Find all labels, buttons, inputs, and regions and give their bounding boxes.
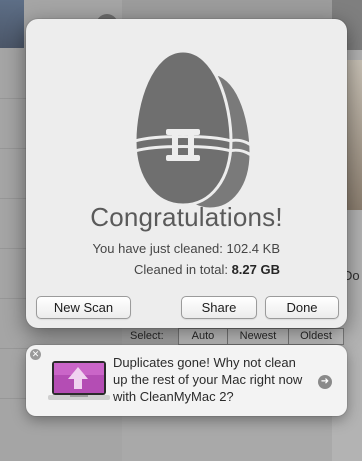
cleanmymac-app-icon bbox=[48, 361, 110, 400]
new-scan-button[interactable]: New Scan bbox=[36, 296, 131, 319]
select-newest-button[interactable]: Newest bbox=[227, 328, 289, 345]
share-button[interactable]: Share bbox=[181, 296, 257, 319]
background-thumbnail bbox=[0, 0, 24, 48]
done-button[interactable]: Done bbox=[265, 296, 339, 319]
select-oldest-button[interactable]: Oldest bbox=[288, 328, 344, 345]
arrow-right-icon[interactable]: ➜ bbox=[318, 375, 332, 389]
close-icon[interactable]: ✕ bbox=[30, 349, 41, 360]
select-label: Select: bbox=[130, 330, 164, 342]
select-auto-button[interactable]: Auto bbox=[178, 328, 228, 345]
gemini-eggs-icon bbox=[133, 49, 253, 211]
cleaned-now-text: You have just cleaned: 102.4 KB bbox=[92, 241, 280, 256]
dialog-title: Congratulations! bbox=[90, 202, 283, 232]
promo-notification[interactable]: ✕ Duplicates gone! Why not clean up the … bbox=[26, 345, 347, 416]
congratulations-dialog: Congratulations! You have just cleaned: … bbox=[26, 19, 347, 328]
cleaned-total-line: Cleaned in total: 8.27 GB bbox=[134, 262, 280, 277]
cleaned-total-label: Cleaned in total: bbox=[134, 262, 228, 277]
promo-message: Duplicates gone! Why not clean up the re… bbox=[113, 355, 303, 404]
cleaned-total-value: 8.27 GB bbox=[231, 262, 280, 277]
